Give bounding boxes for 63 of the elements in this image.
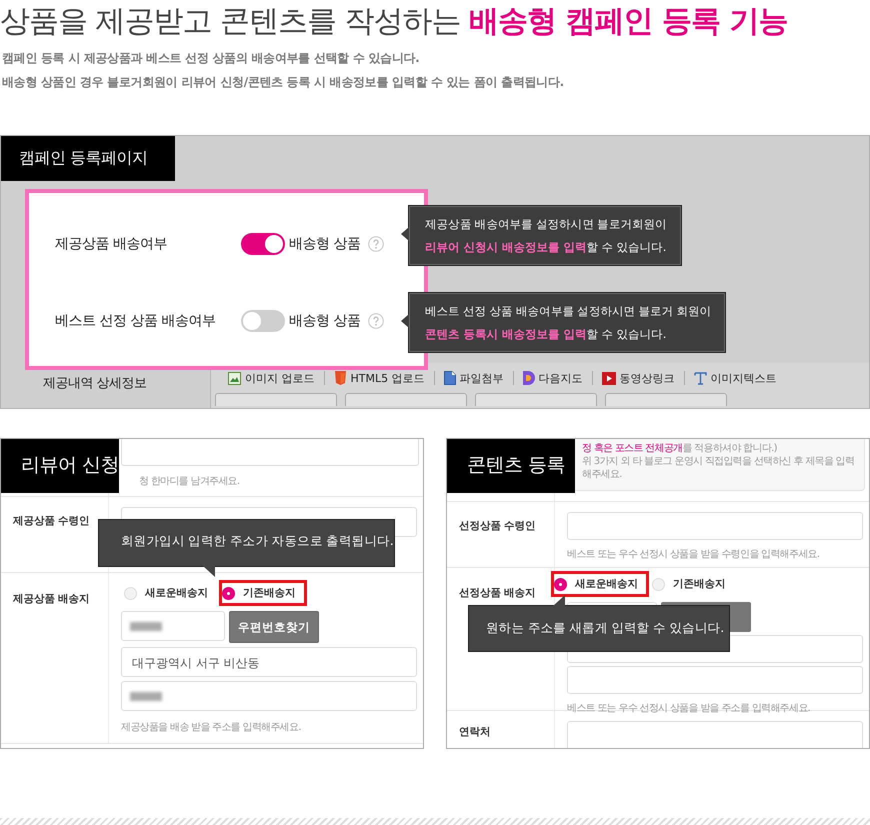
play-icon	[602, 372, 616, 384]
toggle-label: 배송형 상품	[289, 312, 360, 330]
tooltip: 베스트 선정 상품 배송여부를 설정하시면 블로거 회원이 콘텐츠 등록시 배송정보를 입력할 수 있습니다.	[408, 292, 726, 353]
input-field[interactable]: 대구광역시 서구 비산동	[121, 647, 417, 677]
input-field[interactable]	[567, 666, 863, 694]
radio-label: 기존배송지	[673, 577, 726, 591]
tooltip-pointer	[553, 595, 565, 606]
hint-text: 청 한마디를 남겨주세요.	[139, 475, 240, 488]
redacted-value	[130, 692, 162, 701]
toolbar-button[interactable]: 동영상링크	[592, 371, 685, 385]
field-label: 선정상품 배송지	[459, 586, 536, 600]
section-title: 캠페인 등록페이지	[1, 136, 175, 181]
radio-button[interactable]	[222, 586, 235, 600]
toggle-switch[interactable]	[241, 232, 285, 255]
description-text: 캠페인 등록 시 제공상품과 베스트 선정 상품의 배송여부를 선택할 수 있습니다.	[2, 50, 420, 67]
tooltip-pointer	[203, 566, 215, 577]
tooltip: 원하는 주소를 새롭게 입력할 수 있습니다.	[468, 605, 730, 652]
toolbar-button[interactable]: HTML5 업로드	[324, 371, 435, 385]
toolbar-button[interactable]: 이미지텍스트	[684, 371, 786, 385]
section-title: 콘텐츠 등록	[447, 439, 575, 493]
section-title: 리뷰어 신청	[1, 439, 120, 493]
input-field[interactable]	[121, 681, 417, 711]
document-icon	[444, 371, 456, 385]
hint-text: 베스트 또는 우수 선정시 상품을 받을 주소를 입력해주세요.	[567, 702, 810, 715]
description-text: 배송형 상품인 경우 블로거회원이 리뷰어 신청/콘텐츠 등록 시 배송정보를 입력할 수 있는 폼이 출력됩니다.	[2, 74, 564, 91]
toolbar-button[interactable]: 파일첨부	[434, 371, 514, 385]
hint-text: 제공상품을 배송 받을 주소를 입력해주세요.	[121, 721, 301, 734]
radio-label: 새로운배송지	[575, 577, 638, 591]
input-field[interactable]	[567, 721, 863, 748]
field-label: 연락처	[459, 725, 490, 739]
tooltip-pointer	[401, 227, 409, 241]
tooltip: 제공상품 배송여부를 설정하시면 블로거회원이 리뷰어 신청시 배송정보를 입력할 수 있습니다.	[408, 205, 682, 266]
toggle-label: 배송형 상품	[289, 234, 360, 253]
input-field[interactable]	[121, 611, 225, 641]
editor-tab[interactable]	[345, 393, 467, 406]
hint-text: 베스트 또는 우수 선정시 상품을 받을 수령인을 입력해주세요.	[567, 548, 820, 561]
tooltip: 회원가입시 입력한 주소가 자동으로 출력됩니다.	[98, 519, 395, 567]
editor-tab[interactable]	[605, 393, 727, 406]
field-label: 제공상품 배송지	[13, 592, 90, 606]
help-icon[interactable]	[368, 236, 384, 252]
page-title: 상품을 제공받고 콘텐츠를 작성하는 배송형 캠페인 등록 기능	[0, 3, 788, 41]
radio-button[interactable]	[554, 578, 567, 590]
radio-label: 기존배송지	[243, 586, 296, 600]
radio-label: 새로운배송지	[145, 586, 208, 600]
text-area[interactable]	[121, 439, 419, 466]
zip-search-button[interactable]: 우편번호찾기	[229, 611, 319, 643]
editor-tab[interactable]	[475, 393, 597, 406]
setting-label: 베스트 선정 상품 배송여부	[55, 312, 216, 330]
shield-icon	[334, 371, 346, 385]
toolbar-button[interactable]: 다음지도	[514, 371, 593, 385]
tooltip-pointer	[401, 314, 409, 328]
image-icon	[228, 372, 241, 384]
help-icon[interactable]	[368, 313, 384, 330]
redacted-value	[130, 622, 162, 631]
text-tool-icon	[694, 372, 707, 384]
field-label: 선정상품 수령인	[459, 519, 536, 533]
toggle-switch[interactable]	[241, 310, 285, 332]
editor-tab[interactable]	[215, 393, 337, 406]
field-label: 제공상품 수령인	[13, 514, 90, 528]
input-field[interactable]	[567, 512, 863, 540]
toolbar-button[interactable]: 이미지 업로드	[219, 371, 324, 385]
field-label: 제공내역 상세정보	[42, 375, 148, 393]
setting-label: 제공상품 배송여부	[55, 234, 168, 253]
